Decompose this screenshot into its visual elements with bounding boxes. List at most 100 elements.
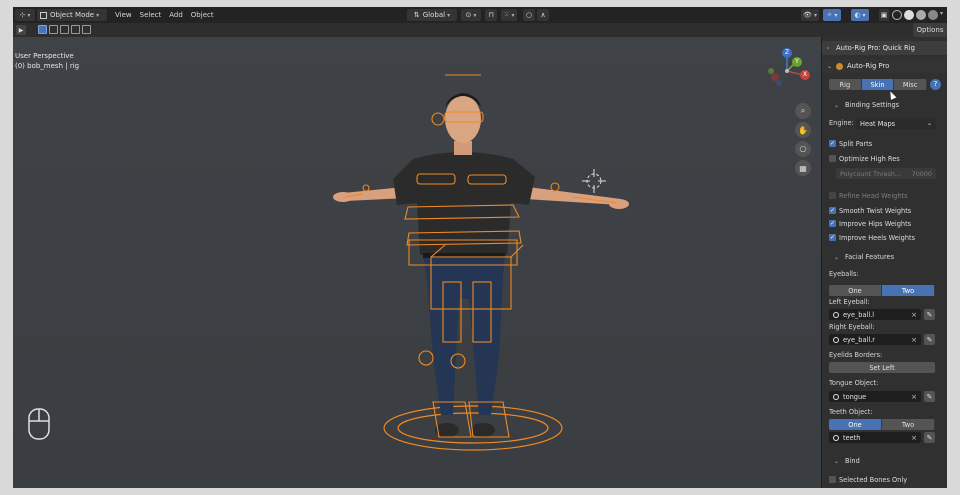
tongue-object-field[interactable]: tongue × [829, 391, 921, 402]
clear-icon[interactable]: × [911, 311, 917, 319]
scene-drawing [28, 74, 629, 451]
select-extend-icon[interactable] [49, 25, 58, 34]
pivot-point-selector[interactable]: ⊙ ▾ [461, 9, 481, 21]
set-left-button[interactable]: Set Left [829, 362, 935, 373]
chevron-down-icon: ▾ [447, 11, 451, 19]
proportional-editing-toggle[interactable]: ○ [523, 9, 535, 21]
shading-rendered-icon[interactable] [928, 10, 938, 20]
quick-rig-panel-header[interactable]: › Auto-Rig Pro: Quick Rig [822, 41, 947, 55]
tongue-object-label: Tongue Object: [829, 379, 879, 387]
smooth-twist-weights-checkbox[interactable]: ✓ Smooth Twist Weights [829, 205, 911, 216]
selected-bones-only-checkbox[interactable]: Selected Bones Only [829, 474, 907, 485]
auto-rig-pro-panel-header[interactable]: ⌄ Auto-Rig Pro [822, 59, 947, 73]
viewport-header: ⊹ ▾ Object Mode ▾ View Select Add Object … [13, 7, 947, 23]
eyedropper-icon[interactable]: ✎ [924, 309, 935, 320]
object-icon [833, 434, 839, 441]
engine-dropdown[interactable]: Heat Maps ⌄ [856, 118, 936, 129]
chevron-down-icon: ▾ [96, 11, 100, 19]
select-subtract-icon[interactable] [60, 25, 69, 34]
eyeballs-one-option[interactable]: One [829, 285, 882, 296]
select-new-icon[interactable] [38, 25, 47, 34]
menu-view[interactable]: View [115, 11, 132, 19]
clear-icon[interactable]: × [911, 434, 917, 442]
object-icon [833, 393, 839, 400]
checkmark-icon: ✓ [829, 220, 836, 227]
n-panel-sidebar: › Auto-Rig Pro: Quick Rig ⌄ Auto-Rig Pro… [821, 37, 947, 488]
tab-rig[interactable]: Rig [829, 79, 862, 90]
eyedropper-icon[interactable]: ✎ [924, 432, 935, 443]
menu-add[interactable]: Add [169, 11, 183, 19]
editor-type-icon: ⊹ [19, 11, 26, 19]
editor-type-button[interactable]: ⊹ ▾ [15, 9, 35, 21]
menu-select[interactable]: Select [140, 11, 162, 19]
falloff-icon[interactable]: ∧ [537, 9, 549, 21]
3d-viewport[interactable]: User Perspective (0) bob_mesh | rig Z Y … [13, 37, 821, 488]
engine-label: Engine: [829, 119, 854, 127]
zoom-icon[interactable]: ⌕ [795, 103, 811, 119]
eyelids-borders-label: Eyelids Borders: [829, 351, 883, 359]
menu-object[interactable]: Object [191, 11, 214, 19]
pan-hand-icon[interactable]: ✋ [795, 122, 811, 138]
eyeballs-label: Eyeballs: [829, 270, 859, 278]
mode-selector[interactable]: Object Mode ▾ [37, 9, 107, 21]
mode-label: Object Mode [50, 11, 95, 19]
chevron-down-icon: ⌄ [827, 62, 833, 70]
left-eyeball-label: Left Eyeball: [829, 298, 870, 306]
improve-hips-weights-checkbox[interactable]: ✓ Improve Hips Weights [829, 218, 911, 229]
teeth-one-option[interactable]: One [829, 419, 882, 430]
3d-cursor [582, 169, 606, 193]
select-invert-icon[interactable] [71, 25, 80, 34]
teeth-selector: One Two [829, 419, 935, 430]
options-button[interactable]: Options [913, 23, 947, 37]
navigation-gizmo[interactable]: Z Y X [765, 47, 817, 89]
object-mode-icon [40, 11, 47, 19]
shading-material-icon[interactable] [916, 10, 926, 20]
right-eyeball-field[interactable]: eye_ball.r × [829, 334, 921, 345]
object-icon [833, 336, 839, 343]
improve-heels-weights-checkbox[interactable]: ✓ Improve Heels Weights [829, 232, 915, 243]
xray-toggle[interactable]: ▣ [879, 9, 889, 21]
orientation-icon: ⇅ [413, 11, 420, 19]
help-icon[interactable]: ? [930, 79, 941, 90]
camera-view-icon[interactable]: ⎔ [795, 141, 811, 157]
gizmo-axis-z[interactable]: Z [782, 48, 792, 58]
teeth-object-field[interactable]: teeth × [829, 432, 921, 443]
optimize-high-res-checkbox[interactable]: Optimize High Res [829, 153, 900, 164]
snap-target-selector[interactable]: ⁙ ▾ [501, 9, 517, 21]
tab-misc[interactable]: Misc [894, 79, 927, 90]
facial-features-header[interactable]: ⌄ Facial Features [828, 251, 894, 263]
overlays-toggle[interactable]: ◐ ▾ [851, 9, 869, 21]
orientation-label: Global [422, 11, 446, 19]
eyeballs-selector: One Two [829, 285, 935, 296]
eyeballs-two-option[interactable]: Two [882, 285, 935, 296]
bind-header[interactable]: ⌄ Bind [828, 455, 860, 467]
snap-toggle[interactable]: ⊓ [485, 9, 497, 21]
select-intersect-icon[interactable] [82, 25, 91, 34]
mouse-indicator-icon [28, 408, 50, 440]
visibility-selector[interactable]: 👁 ▾ [801, 9, 819, 21]
binding-settings-header[interactable]: ⌄ Binding Settings [828, 99, 899, 111]
eyedropper-icon[interactable]: ✎ [924, 334, 935, 345]
eyedropper-icon[interactable]: ✎ [924, 391, 935, 402]
teeth-object-label: Teeth Object: [829, 408, 873, 416]
split-parts-checkbox[interactable]: ✓ Split Parts [829, 138, 872, 149]
teeth-two-option[interactable]: Two [882, 419, 935, 430]
left-eyeball-field[interactable]: eye_ball.l × [829, 309, 921, 320]
auto-rig-pro-icon [836, 62, 843, 70]
clear-icon[interactable]: × [911, 336, 917, 344]
gizmo-axis-x[interactable]: X [800, 70, 810, 80]
gizmo-toggle[interactable]: ✧ ▾ [823, 9, 841, 21]
toolbar-toggle-button[interactable]: ▶ [16, 25, 26, 35]
tab-skin[interactable]: Skin [861, 79, 895, 90]
shading-options-chevron-icon[interactable]: ▾ [940, 10, 943, 17]
chevron-down-icon: ⌄ [834, 457, 840, 465]
chevron-down-icon: ⌄ [926, 120, 932, 127]
right-eyeball-label: Right Eyeball: [829, 323, 875, 331]
perspective-grid-icon[interactable]: ▦ [795, 160, 811, 176]
chevron-down-icon: ▾ [27, 11, 31, 19]
transform-orientation-selector[interactable]: ⇅ Global ▾ [407, 9, 457, 21]
shading-solid-icon[interactable] [904, 10, 914, 20]
gizmo-axis-y[interactable]: Y [792, 57, 802, 67]
shading-wireframe-icon[interactable] [892, 10, 902, 20]
clear-icon[interactable]: × [911, 393, 917, 401]
